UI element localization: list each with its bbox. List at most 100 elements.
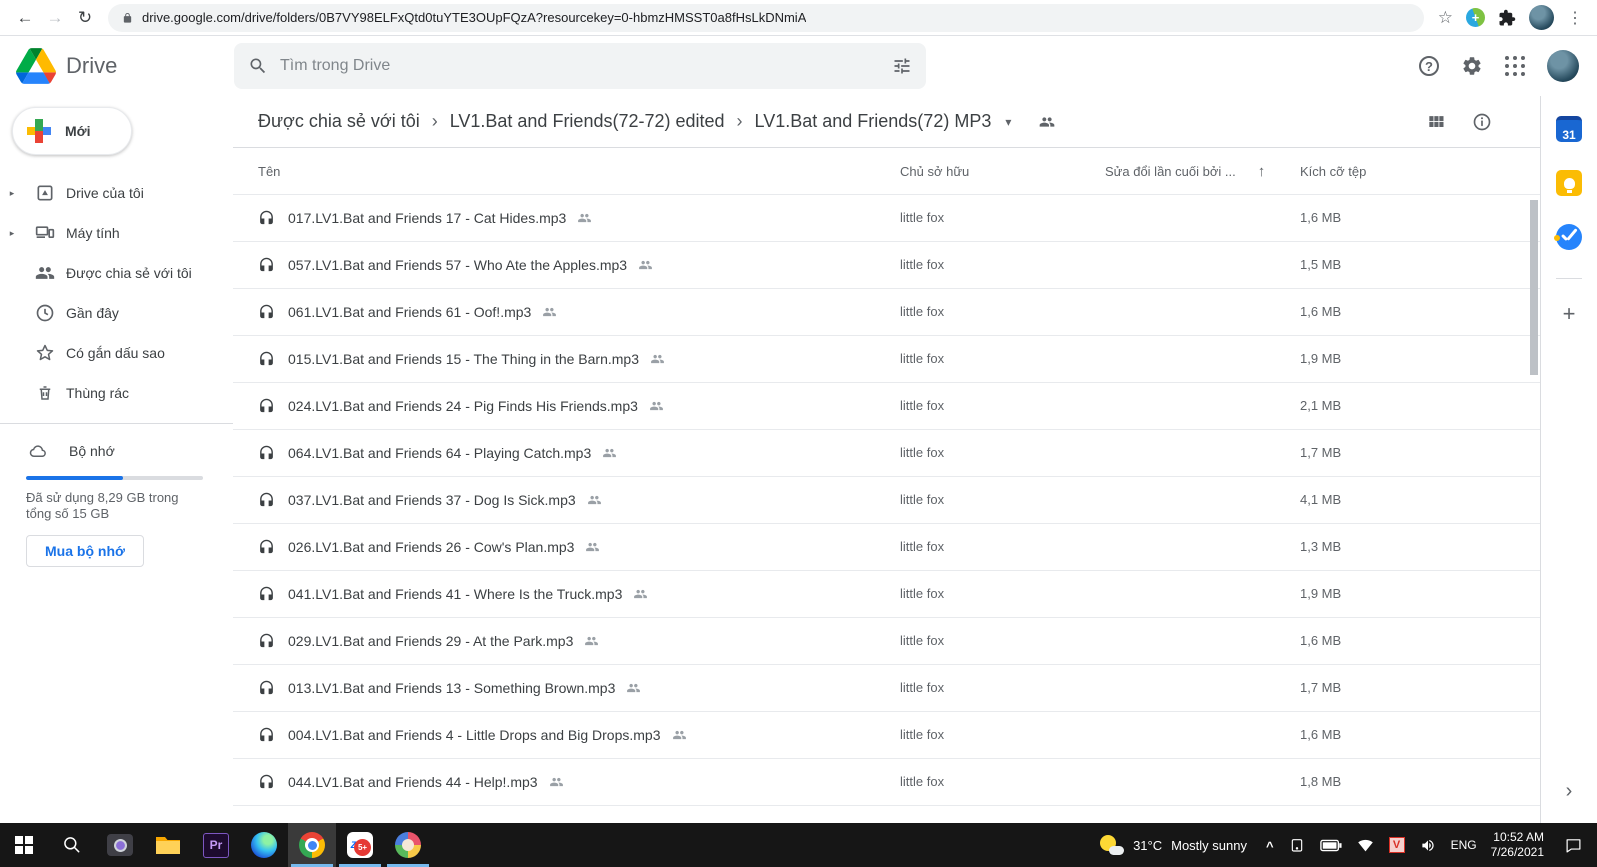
- vertical-scrollbar[interactable]: [1530, 200, 1538, 375]
- column-header-name[interactable]: Tên: [258, 164, 900, 179]
- browser-profile-avatar[interactable]: [1529, 5, 1554, 30]
- premiere-pro-icon[interactable]: Pr: [192, 823, 240, 867]
- drive-search-bar[interactable]: [234, 43, 926, 89]
- table-row[interactable]: 041.LV1.Bat and Friends 41 - Where Is th…: [233, 571, 1540, 618]
- taskbar-search-button[interactable]: [48, 823, 96, 867]
- table-row[interactable]: 037.LV1.Bat and Friends 37 - Dog Is Sick…: [233, 477, 1540, 524]
- file-size: 1,6 MB: [1300, 633, 1341, 648]
- extensions-puzzle-icon[interactable]: [1498, 9, 1516, 27]
- paint3d-app-icon[interactable]: [384, 823, 432, 867]
- grid-view-toggle-icon[interactable]: [1426, 112, 1446, 132]
- computers-icon: [24, 223, 66, 243]
- file-shared-icon: [625, 681, 642, 695]
- windows-taskbar: Pr Zalo 5+ 31°C Mostly sunny ^ V: [0, 823, 1597, 867]
- extension-shortcut-icon[interactable]: +: [1466, 8, 1485, 27]
- sidebar-item-computers[interactable]: ▸ Máy tính: [0, 213, 233, 253]
- keep-app-icon[interactable]: [1556, 170, 1582, 196]
- action-center-icon[interactable]: [1554, 823, 1597, 867]
- table-row[interactable]: 004.LV1.Bat and Friends 4 - Little Drops…: [233, 712, 1540, 759]
- breadcrumb-parent-folder[interactable]: LV1.Bat and Friends(72-72) edited: [450, 111, 725, 132]
- battery-tray-icon[interactable]: [1313, 823, 1349, 867]
- details-info-icon[interactable]: [1472, 112, 1492, 132]
- expand-arrow-icon[interactable]: ▸: [0, 188, 24, 199]
- file-name: 061.LV1.Bat and Friends 61 - Oof!.mp3: [288, 304, 531, 320]
- column-header-owner[interactable]: Chủ sở hữu: [900, 164, 1105, 179]
- search-options-tune-icon[interactable]: [892, 56, 912, 76]
- get-addons-plus-icon[interactable]: +: [1563, 303, 1576, 325]
- breadcrumb-chevron-icon: ›: [737, 111, 743, 132]
- sidebar-item-my-drive[interactable]: ▸ Drive của tôi: [0, 173, 233, 213]
- file-size: 1,6 MB: [1300, 210, 1341, 225]
- search-input[interactable]: [280, 57, 880, 75]
- breadcrumb-current-folder[interactable]: LV1.Bat and Friends(72) MP3: [755, 111, 992, 132]
- sidebar-item-trash[interactable]: Thùng rác: [0, 373, 233, 413]
- language-indicator[interactable]: ENG: [1444, 823, 1484, 867]
- sidebar-item-recent[interactable]: Gần đây: [0, 293, 233, 333]
- file-shared-icon: [637, 258, 654, 272]
- column-header-modified[interactable]: Sửa đổi lần cuối bởi ...: [1105, 164, 1236, 179]
- table-row[interactable]: 064.LV1.Bat and Friends 64 - Playing Cat…: [233, 430, 1540, 477]
- table-row[interactable]: 026.LV1.Bat and Friends 26 - Cow's Plan.…: [233, 524, 1540, 571]
- breadcrumb-shared-with-me[interactable]: Được chia sẻ với tôi: [258, 111, 420, 132]
- table-row[interactable]: 013.LV1.Bat and Friends 13 - Something B…: [233, 665, 1540, 712]
- table-row[interactable]: 015.LV1.Bat and Friends 15 - The Thing i…: [233, 336, 1540, 383]
- table-row[interactable]: 061.LV1.Bat and Friends 61 - Oof!.mp3 li…: [233, 289, 1540, 336]
- taskbar-clock[interactable]: 10:52 AM 7/26/2021: [1484, 823, 1554, 867]
- folder-actions-caret-icon[interactable]: ▾: [1005, 115, 1011, 129]
- audio-headphones-icon: [258, 492, 275, 509]
- tasks-app-icon[interactable]: [1556, 224, 1582, 250]
- chrome-browser-icon[interactable]: [288, 823, 336, 867]
- settings-gear-icon[interactable]: [1461, 55, 1483, 77]
- audio-headphones-icon: [258, 539, 275, 556]
- sort-direction-icon[interactable]: ↑: [1258, 163, 1266, 180]
- file-owner: little fox: [900, 304, 944, 319]
- browser-toolbar: ← → ↻ drive.google.com/drive/folders/0B7…: [0, 0, 1597, 36]
- browser-forward-button[interactable]: →: [40, 3, 70, 33]
- table-row[interactable]: 057.LV1.Bat and Friends 57 - Who Ate the…: [233, 242, 1540, 289]
- taskbar-weather-widget[interactable]: 31°C Mostly sunny: [1088, 835, 1259, 855]
- calendar-app-icon[interactable]: 31: [1556, 116, 1582, 142]
- account-avatar[interactable]: [1547, 50, 1579, 82]
- new-button-label: Mới: [65, 123, 91, 139]
- tablet-cast-tray-icon[interactable]: [1281, 823, 1313, 867]
- url-text[interactable]: drive.google.com/drive/folders/0B7VY98EL…: [142, 10, 806, 25]
- file-explorer-icon[interactable]: [144, 823, 192, 867]
- table-row[interactable]: 024.LV1.Bat and Friends 24 - Pig Finds H…: [233, 383, 1540, 430]
- tray-overflow-chevron-icon[interactable]: ^: [1259, 824, 1281, 867]
- file-shared-icon: [601, 446, 618, 460]
- column-header-size[interactable]: Kích cỡ tệp: [1300, 164, 1540, 179]
- buy-storage-button[interactable]: Mua bộ nhớ: [26, 535, 144, 567]
- bookmark-star-icon[interactable]: ☆: [1438, 8, 1453, 28]
- sidebar-item-shared-with-me[interactable]: Được chia sẻ với tôi: [0, 253, 233, 293]
- new-plus-icon: [27, 119, 51, 143]
- search-icon[interactable]: [248, 56, 268, 76]
- start-button[interactable]: [0, 823, 48, 867]
- camera-app-icon[interactable]: [96, 823, 144, 867]
- table-row[interactable]: 029.LV1.Bat and Friends 29 - At the Park…: [233, 618, 1540, 665]
- collapse-side-panel-icon[interactable]: ›: [1566, 780, 1573, 803]
- folder-shared-icon[interactable]: [1037, 114, 1057, 130]
- expand-arrow-icon[interactable]: ▸: [0, 228, 24, 239]
- storage-title[interactable]: Bộ nhớ: [69, 443, 115, 459]
- secure-lock-icon[interactable]: [122, 11, 133, 25]
- table-row[interactable]: 017.LV1.Bat and Friends 17 - Cat Hides.m…: [233, 195, 1540, 242]
- sidebar-item-starred[interactable]: Có gắn dấu sao: [0, 333, 233, 373]
- browser-menu-icon[interactable]: ⋮: [1567, 8, 1583, 28]
- drive-header: Drive ?: [0, 36, 1597, 96]
- address-bar[interactable]: drive.google.com/drive/folders/0B7VY98EL…: [108, 4, 1424, 32]
- file-size: 2,1 MB: [1300, 398, 1341, 413]
- wifi-tray-icon[interactable]: [1349, 823, 1382, 867]
- antivirus-tray-icon[interactable]: V: [1382, 823, 1412, 867]
- browser-back-button[interactable]: ←: [10, 3, 40, 33]
- new-button[interactable]: Mới: [12, 107, 132, 155]
- edge-browser-icon[interactable]: [240, 823, 288, 867]
- table-row[interactable]: 044.LV1.Bat and Friends 44 - Help!.mp3 l…: [233, 759, 1540, 806]
- browser-reload-button[interactable]: ↻: [70, 3, 100, 33]
- zalo-app-icon[interactable]: Zalo 5+: [336, 823, 384, 867]
- cloud-storage-icon: [26, 442, 50, 460]
- help-icon[interactable]: ?: [1419, 56, 1439, 76]
- google-apps-grid-icon[interactable]: [1505, 56, 1525, 76]
- storage-section: Bộ nhớ Đã sử dụng 8,29 GB trong tổng số …: [0, 424, 233, 567]
- drive-logo[interactable]: Drive: [16, 48, 234, 84]
- volume-tray-icon[interactable]: [1412, 823, 1444, 867]
